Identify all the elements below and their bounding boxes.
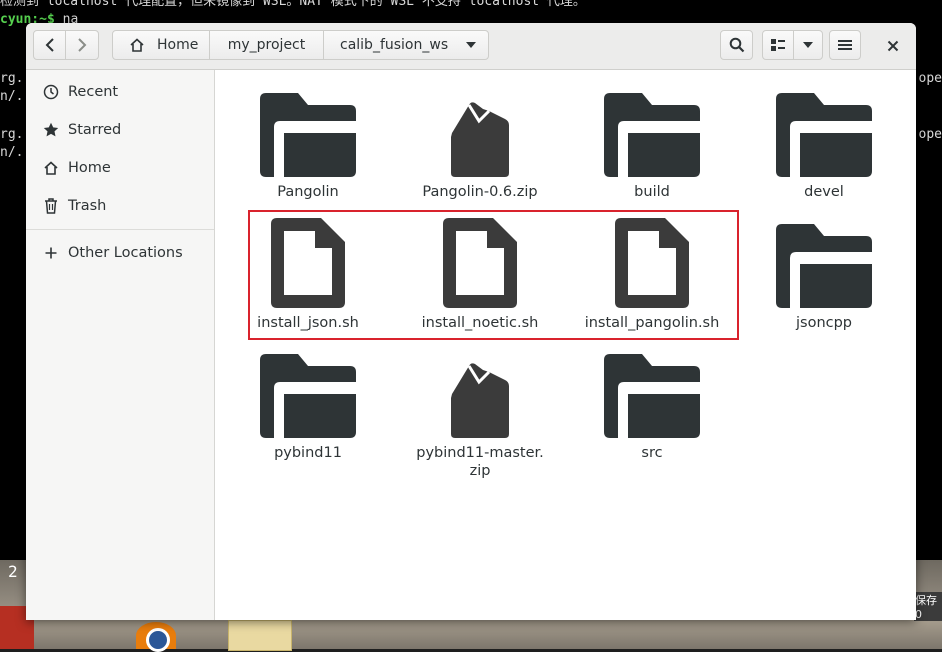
file-name-label: install_noetic.sh [421,315,539,331]
list-view-icon [770,38,786,52]
sidebar-item-label: Home [68,160,111,176]
text-file-icon [394,218,566,308]
file-name-label: install_pangolin.sh [584,315,720,331]
trash-icon [40,198,62,214]
zip-archive-icon [394,87,566,177]
folder-item[interactable]: pybind11 [222,348,394,462]
breadcrumb-my-project[interactable]: my_project [210,31,324,59]
plus-icon [40,247,62,259]
breadcrumb-label: Home [157,37,199,53]
view-options-button[interactable] [793,30,823,60]
taskbar-thumbnail[interactable] [228,620,292,651]
folder-icon [566,87,738,177]
terminal-fragment: ope [918,127,942,142]
sidebar-item-starred[interactable]: Starred [26,111,214,149]
sidebar-item-other-locations[interactable]: Other Locations [26,234,214,272]
folder-item[interactable]: devel [738,87,910,201]
text-file-icon [566,218,738,308]
hamburger-menu-icon [838,39,852,51]
sidebar-item-recent[interactable]: Recent [26,73,214,111]
chevron-left-icon [45,38,55,52]
folder-item[interactable]: jsoncpp [738,218,910,332]
script-file-item[interactable]: install_json.sh [222,218,394,332]
star-icon [40,122,62,138]
blender-icon-center [146,628,170,652]
breadcrumb-label: my_project [227,37,306,53]
menu-button[interactable] [829,30,861,60]
terminal-fragment: ope [918,71,942,86]
caret-down-icon[interactable] [466,42,477,48]
breadcrumb-home[interactable]: Home [113,31,210,59]
home-icon [40,161,62,175]
desktop-text: 2 [8,562,18,581]
file-name-label: pybind11 [274,445,342,461]
folder-item[interactable]: build [566,87,738,201]
forward-button[interactable] [65,30,99,60]
back-button[interactable] [33,30,66,60]
file-name-label: pybind11-master. zip [416,445,544,479]
file-name-label: install_json.sh [257,315,359,331]
folder-item[interactable]: Pangolin [222,87,394,201]
script-file-item[interactable]: install_noetic.sh [394,218,566,332]
file-name-label: Pangolin [277,184,339,200]
terminal-fragment: rg. [0,71,24,86]
chevron-right-icon [77,38,87,52]
file-grid: Pangolin Pangolin-0.6.zip build devel instal… [215,70,916,620]
caret-down-icon [803,42,813,48]
file-name-label: build [634,184,670,200]
folder-icon [222,348,394,438]
sidebar-item-label: Starred [68,122,122,138]
terminal-fragment: rg. [0,127,24,142]
archive-file-item[interactable]: Pangolin-0.6.zip [394,87,566,201]
file-name-label: src [641,445,663,461]
sidebar-item-home[interactable]: Home [26,149,214,187]
view-toggle-button[interactable] [762,30,794,60]
close-icon [887,37,899,56]
archive-file-item[interactable]: pybind11-master. zip [394,348,566,480]
folder-item[interactable]: src [566,348,738,462]
search-icon [729,37,745,53]
terminal-fragment: n/. [0,145,24,160]
sidebar-item-trash[interactable]: Trash [26,187,214,225]
breadcrumb-label: calib_fusion_ws [340,37,449,53]
sidebar-item-label: Recent [68,84,119,100]
breadcrumb: Home my_project calib_fusion_ws [112,30,489,60]
breadcrumb-calib-fusion-ws[interactable]: calib_fusion_ws [324,31,488,59]
search-button[interactable] [720,30,753,60]
folder-icon [738,218,910,308]
header-bar: Home my_project calib_fusion_ws [26,23,916,70]
file-name-label: Pangolin-0.6.zip [422,184,538,200]
script-file-item[interactable]: install_pangolin.sh [566,218,738,332]
folder-icon [222,87,394,177]
file-name-label: devel [804,184,844,200]
sidebar-item-label: Other Locations [68,245,183,261]
folder-icon [738,87,910,177]
desktop-side-text: 保存0 [914,592,942,621]
sidebar-divider [26,229,214,230]
file-name-label: jsoncpp [795,315,853,331]
text-file-icon [222,218,394,308]
folder-icon [566,348,738,438]
file-manager-window: Home my_project calib_fusion_ws Recent S… [26,23,916,620]
home-icon [129,38,145,52]
terminal-fragment: n/. [0,89,24,104]
close-button[interactable] [878,31,908,61]
sidebar: Recent Starred Home Trash Other Location… [26,70,215,620]
clock-icon [40,84,62,100]
sidebar-item-label: Trash [68,198,107,214]
zip-archive-icon [394,348,566,438]
terminal-warning-line: 检测到 localhost 代理配置，但未镜像到 WSL。NAT 模式下的 WS… [0,0,586,9]
